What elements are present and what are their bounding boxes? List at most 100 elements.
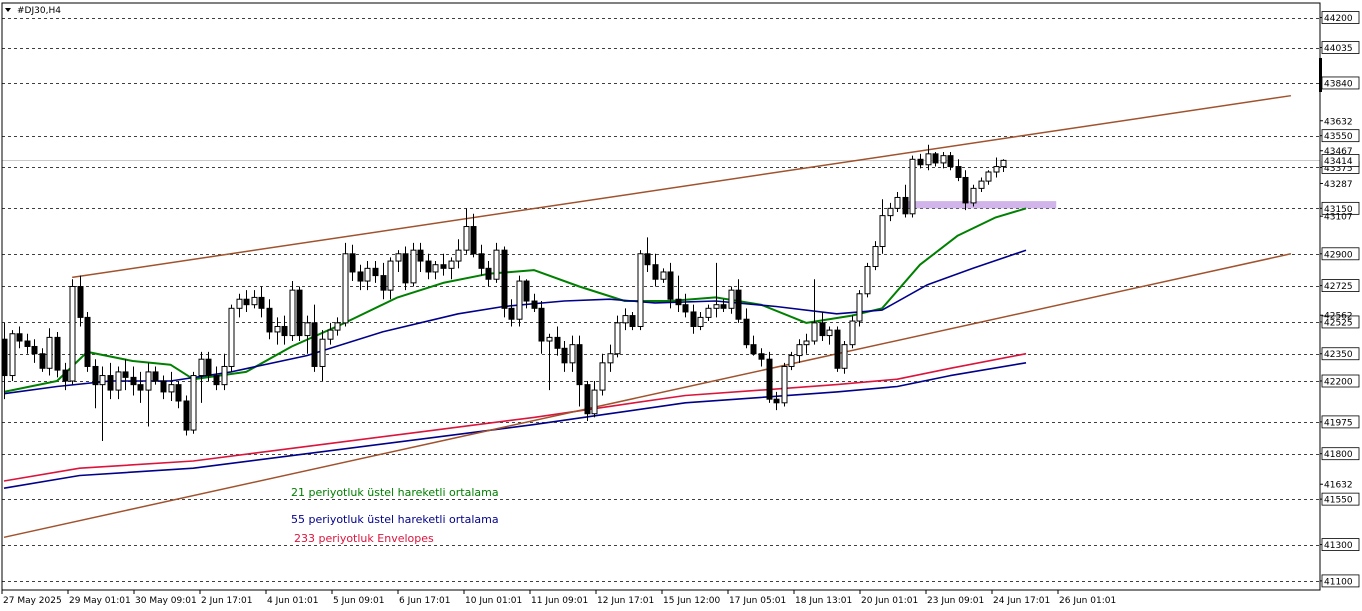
candle-body [281, 325, 288, 337]
candle-body [205, 358, 212, 377]
candle-body [591, 389, 598, 415]
candle-body [115, 371, 122, 391]
price-axis[interactable]: 4420044035438404355043375431504290042725… [1320, 0, 1362, 611]
candle-9 [69, 279, 76, 385]
candle-body [152, 371, 159, 382]
candle-68 [516, 275, 523, 327]
candle-body [319, 338, 326, 367]
candle-body [773, 398, 780, 404]
price-chart[interactable]: 4420044035438404355043375431504290042725… [0, 0, 1362, 611]
candle-body [856, 293, 863, 322]
y-tick-7: 42725 [1320, 279, 1360, 292]
candle-body [221, 365, 228, 386]
y-tick-3: 43550 [1320, 129, 1360, 142]
candle-113 [856, 290, 863, 327]
candle-body [349, 253, 356, 273]
candle-body [917, 158, 924, 166]
x-tick-label: 23 Jun 09:01 [927, 596, 984, 606]
candle-body [1000, 159, 1007, 168]
x-tick-label: 4 Jun 01:01 [267, 596, 318, 606]
y-tick-11: 41975 [1320, 415, 1360, 428]
candle-body [819, 322, 826, 337]
candle-body [750, 344, 757, 355]
candle-body [183, 400, 190, 431]
candle-39 [296, 286, 303, 342]
y-tick-label: 42900 [1324, 250, 1353, 260]
candle-body [485, 267, 492, 280]
candle-body [175, 384, 182, 402]
y-tick-label: 41300 [1324, 541, 1353, 551]
candle-body [9, 333, 16, 377]
y-tick-label: 43550 [1324, 132, 1353, 142]
candle-body [576, 344, 583, 386]
candle-body [395, 253, 402, 262]
candle-body [516, 280, 523, 320]
y-tick-21: 41632 [1320, 481, 1353, 491]
x-tick-label: 20 Jun 01:01 [861, 596, 918, 606]
candle-body [652, 264, 659, 280]
candle-body [879, 215, 886, 248]
candle-body [887, 207, 894, 217]
scroll-marker [1319, 58, 1322, 92]
candle-body [803, 340, 810, 346]
candle-114 [864, 262, 871, 298]
y-tick-label: 41550 [1324, 496, 1353, 506]
candle-body [697, 316, 704, 327]
candle-body [122, 371, 129, 378]
candle-body [46, 336, 53, 369]
y-tick-label: 43632 [1324, 117, 1353, 127]
candle-body [417, 249, 424, 262]
candle-body [909, 158, 916, 215]
candle-body [478, 253, 485, 269]
candle-body [31, 345, 38, 355]
support-zone-rect [904, 201, 1057, 209]
candle-body [788, 355, 795, 367]
candle-body [69, 286, 76, 382]
candle-body [130, 376, 137, 386]
candle-66 [501, 246, 508, 318]
y-tick-label: 41975 [1324, 418, 1353, 428]
candle-body [327, 329, 334, 340]
candle-body [925, 153, 932, 166]
candle-body [1, 338, 8, 377]
x-tick-label: 6 Jun 17:01 [399, 596, 450, 606]
candle-body [251, 296, 258, 306]
candle-body [432, 264, 439, 273]
candle-body [274, 325, 281, 333]
y-tick-14: 41300 [1320, 538, 1360, 551]
candle-body [402, 253, 409, 284]
x-tick-label: 18 Jun 13:01 [795, 596, 852, 606]
y-tick-label: 43107 [1324, 213, 1353, 223]
candle-body [213, 375, 220, 386]
candle-body [493, 249, 500, 280]
legend-ema21: 21 periyotluk üstel hareketli ortalama [291, 486, 499, 499]
candle-body [243, 298, 250, 306]
y-tick-9: 42350 [1320, 347, 1360, 360]
candle-body [228, 307, 235, 367]
candle-body [947, 155, 954, 168]
y-tick-label: 44200 [1324, 14, 1353, 24]
candle-body [107, 375, 114, 391]
x-tick-label: 30 May 09:01 [135, 596, 197, 606]
candle-body [554, 336, 561, 349]
candle-body [387, 260, 394, 291]
candle-body [266, 307, 273, 333]
y-tick-label: 42200 [1324, 378, 1353, 388]
candle-38 [289, 281, 296, 342]
y-tick-2: 43840 [1320, 76, 1360, 89]
candle-body [705, 307, 712, 318]
candle-45 [342, 242, 349, 327]
candle-body [607, 353, 614, 364]
candle-1 [9, 330, 16, 382]
y-tick-label: 42725 [1324, 282, 1353, 292]
y-tick-12: 41800 [1320, 447, 1360, 460]
candle-body [781, 365, 788, 404]
candle-101 [766, 351, 773, 403]
candle-84 [637, 250, 644, 331]
candle-body [849, 320, 856, 346]
x-tick-label: 29 May 01:01 [69, 596, 131, 606]
chart-background [0, 0, 1362, 611]
y-tick-label: 41632 [1324, 481, 1353, 491]
candle-body [470, 226, 477, 255]
candle-body [985, 171, 992, 182]
